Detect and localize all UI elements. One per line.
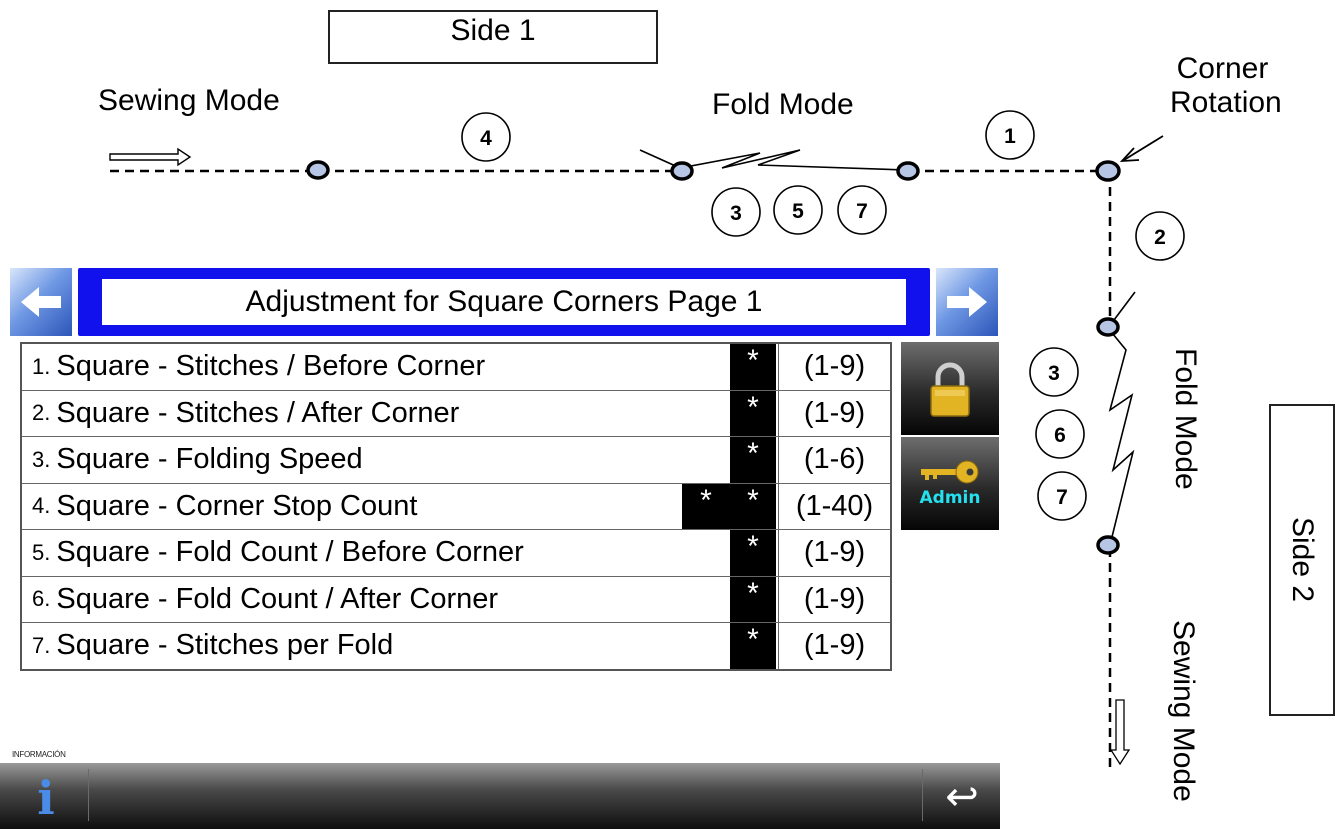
param-value-tens[interactable]: * (682, 483, 730, 529)
title-frame: Adjustment for Square Corners Page 1 (78, 268, 930, 336)
sewing-mode-top-label: Sewing Mode (98, 84, 280, 117)
step-4-text: 4 (480, 127, 492, 150)
admin-button[interactable]: Admin (901, 437, 999, 530)
param-number: 7. (32, 632, 51, 658)
param-row[interactable]: 3. Square - Folding Speed * (1-6) (22, 436, 890, 483)
node (670, 161, 694, 181)
corner-rotation-label: Corner Rotation (1170, 52, 1282, 119)
param-value[interactable]: * (730, 437, 776, 483)
corner-node (1095, 160, 1121, 182)
sewing-mode-right-label: Sewing Mode (1167, 620, 1200, 802)
param-label: 6. Square - Fold Count / After Corner (32, 577, 498, 623)
param-label: 2. Square - Stitches / After Corner (32, 391, 459, 437)
sewing-direction-arrow (109, 147, 192, 167)
param-number: 1. (32, 353, 51, 379)
param-range: (1-9) (778, 623, 890, 669)
param-value[interactable]: * (730, 344, 776, 390)
step-2-text: 2 (1154, 226, 1166, 249)
page-header: Adjustment for Square Corners Page 1 (10, 268, 998, 336)
param-row[interactable]: 1. Square - Stitches / Before Corner * (1… (22, 344, 890, 390)
info-button[interactable]: i (6, 769, 86, 827)
param-value[interactable]: * (730, 576, 776, 622)
param-text: Square - Folding Speed (56, 443, 363, 476)
left-arrow-icon (21, 287, 61, 317)
param-label: 1. Square - Stitches / Before Corner (32, 344, 485, 390)
param-number: 6. (32, 586, 51, 612)
param-range: (1-9) (778, 390, 890, 436)
padlock-icon (930, 362, 970, 417)
param-number: 3. (32, 446, 51, 472)
toolbar-divider (922, 769, 923, 821)
back-arrow-icon: ↩ (945, 775, 979, 819)
fold-mode-top-label: Fold Mode (712, 88, 854, 121)
param-value[interactable]: * (730, 483, 776, 529)
param-value[interactable]: * (730, 530, 776, 576)
param-text: Square - Corner Stop Count (56, 489, 418, 522)
param-row[interactable]: 5. Square - Fold Count / Before Corner * … (22, 529, 890, 576)
node (1096, 535, 1120, 555)
info-caption: INFORMACIÓN (12, 750, 66, 759)
param-value[interactable]: * (730, 623, 776, 669)
info-icon: i (37, 771, 55, 825)
fold-mode-right-label: Fold Mode (1169, 348, 1202, 490)
side-2-text: Side 2 (1286, 517, 1319, 603)
param-label: 4. Square - Corner Stop Count (32, 484, 417, 530)
step-7-text: 7 (856, 200, 868, 223)
bottom-toolbar: i ↩ (0, 763, 1000, 829)
step-7-right-text: 7 (1056, 486, 1068, 509)
param-range: (1-9) (778, 576, 890, 622)
key-icon (921, 460, 979, 484)
step-3-right-text: 3 (1048, 362, 1060, 385)
param-number: 5. (32, 539, 51, 565)
side-1-label: Side 1 (328, 10, 658, 64)
side-2-label: Side 2 (1269, 404, 1335, 716)
admin-label: Admin (919, 488, 981, 508)
param-label: 7. Square - Stitches per Fold (32, 623, 393, 669)
param-text: Square - Stitches / After Corner (56, 396, 460, 429)
param-range: (1-9) (778, 530, 890, 576)
lock-button[interactable] (901, 342, 999, 435)
parameter-table: 1. Square - Stitches / Before Corner * (1… (20, 342, 892, 671)
param-text: Square - Stitches / Before Corner (56, 350, 486, 383)
node (1096, 317, 1120, 337)
step-1-text: 1 (1004, 125, 1016, 148)
side-1-text: Side 1 (450, 14, 536, 47)
param-range: (1-9) (778, 344, 890, 390)
right-arrow-icon (947, 287, 987, 317)
param-range: (1-6) (778, 437, 890, 483)
step-6-right-text: 6 (1054, 424, 1066, 447)
corner-pointer-line (1123, 135, 1164, 161)
step-3-text: 3 (730, 202, 742, 225)
back-button[interactable]: ↩ (926, 767, 998, 827)
node (306, 160, 330, 180)
page-title: Adjustment for Square Corners Page 1 (102, 279, 906, 325)
param-text: Square - Fold Count / Before Corner (56, 536, 524, 569)
prev-page-button[interactable] (10, 268, 72, 336)
param-label: 5. Square - Fold Count / Before Corner (32, 530, 524, 576)
param-row[interactable]: 7. Square - Stitches per Fold * (1-9) (22, 622, 890, 669)
sewing-down-arrow (1109, 699, 1131, 766)
node (896, 161, 920, 181)
toolbar-divider (88, 769, 89, 821)
param-range: (1-40) (778, 483, 890, 529)
param-row[interactable]: 4. Square - Corner Stop Count * * (1-40) (22, 482, 890, 530)
corner-pointer-head (1119, 147, 1140, 163)
param-label: 3. Square - Folding Speed (32, 437, 363, 483)
param-row[interactable]: 6. Square - Fold Count / After Corner * (… (22, 575, 890, 623)
param-text: Square - Fold Count / After Corner (56, 582, 499, 615)
param-text: Square - Stitches per Fold (56, 629, 394, 662)
step-5-text: 5 (792, 200, 804, 223)
param-number: 2. (32, 400, 51, 426)
next-page-button[interactable] (936, 268, 998, 336)
param-value[interactable]: * (730, 390, 776, 436)
param-number: 4. (32, 493, 51, 519)
param-row[interactable]: 2. Square - Stitches / After Corner * (1-… (22, 389, 890, 437)
